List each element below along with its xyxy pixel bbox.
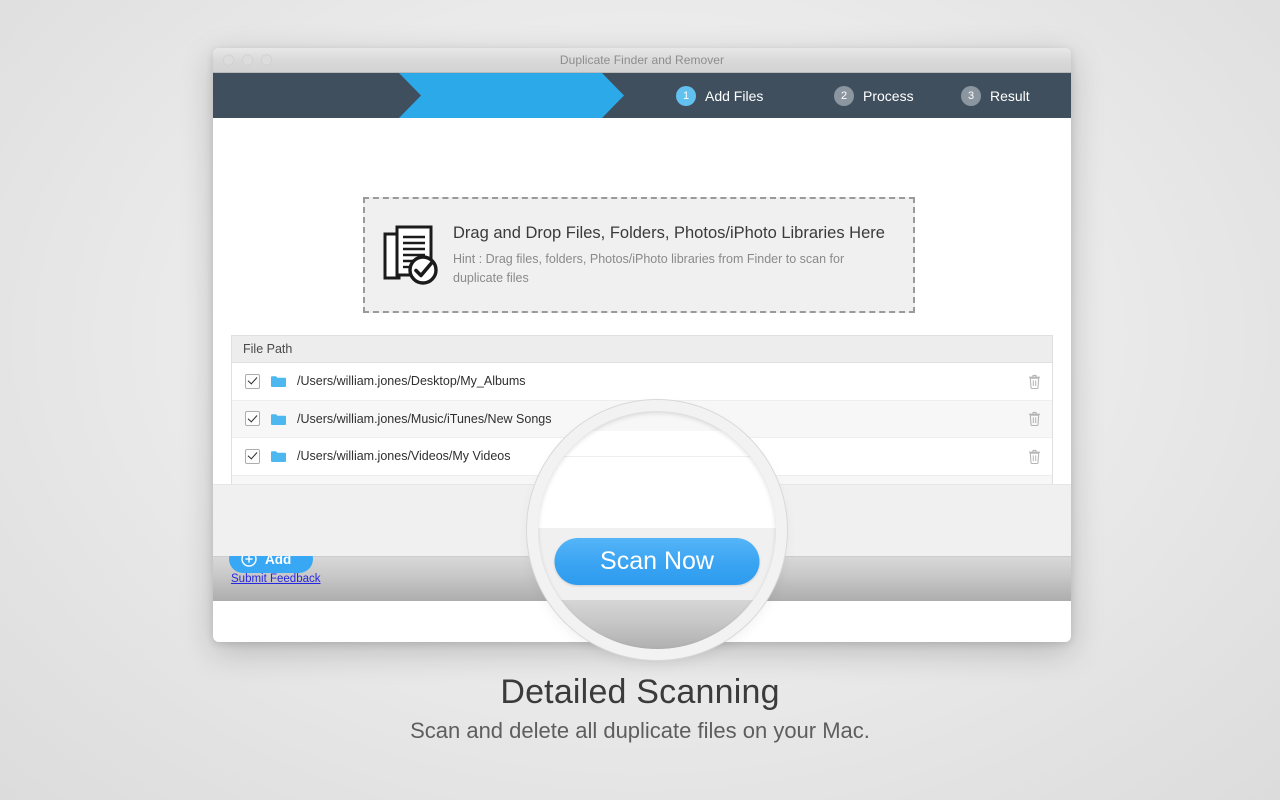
magnified-scan-now-button[interactable]: Scan Now xyxy=(554,538,760,585)
step-label-process: Process xyxy=(863,87,914,104)
delete-row-icon[interactable] xyxy=(1028,449,1041,464)
step-number-3: 3 xyxy=(961,85,981,106)
documents-check-icon xyxy=(383,225,438,285)
step-breadcrumb-bar: 1 Add Files 2 Process 3 Result xyxy=(213,73,1071,118)
caption-subtitle: Scan and delete all duplicate files on y… xyxy=(410,718,870,743)
dropzone-hint: Hint : Drag files, folders, Photos/iPhot… xyxy=(453,251,845,285)
step-result[interactable]: 3 Result xyxy=(961,85,1030,106)
caption-title: Detailed Scanning xyxy=(500,673,780,711)
dropzone-title: Drag and Drop Files, Folders, Photos/iPh… xyxy=(453,223,885,242)
folder-icon xyxy=(271,413,286,425)
file-path-text: /Users/william.jones/Desktop/My_Albums xyxy=(297,374,526,389)
file-path-column-header: File Path xyxy=(232,336,1052,363)
delete-row-icon[interactable] xyxy=(1028,411,1041,427)
drag-drop-zone[interactable]: Drag and Drop Files, Folders, Photos/iPh… xyxy=(363,197,915,313)
folder-icon xyxy=(271,376,286,388)
step-label-result: Result xyxy=(990,87,1030,104)
close-button[interactable] xyxy=(223,54,234,66)
table-row[interactable]: /Users/william.jones/Desktop/My_Albums xyxy=(232,363,1052,401)
magnified-row-divider xyxy=(538,456,776,457)
caption-block: Detailed Scanning Scan and delete all du… xyxy=(0,673,1280,744)
traffic-light-group xyxy=(223,54,272,66)
window-title: Duplicate Finder and Remover xyxy=(559,53,725,67)
magnifier-content: Scan Now xyxy=(538,411,776,649)
folder-icon xyxy=(271,451,286,463)
step-chevron-active xyxy=(399,73,624,118)
step-label-add-files: Add Files xyxy=(705,87,764,104)
window-titlebar: Duplicate Finder and Remover xyxy=(213,48,1071,73)
submit-feedback-link[interactable]: Submit Feedback xyxy=(231,573,321,585)
row-checkbox[interactable] xyxy=(245,373,260,389)
row-checkbox[interactable] xyxy=(245,411,260,427)
step-number-2: 2 xyxy=(834,85,854,106)
magnified-row-strip xyxy=(538,411,776,431)
minimize-button[interactable] xyxy=(242,54,253,66)
dropzone-text: Drag and Drop Files, Folders, Photos/iPh… xyxy=(453,222,885,289)
row-checkbox[interactable] xyxy=(245,448,260,464)
magnifier-lens: Scan Now xyxy=(538,411,776,649)
step-add-files[interactable]: 1 Add Files xyxy=(676,85,764,106)
delete-row-icon[interactable] xyxy=(1028,374,1041,389)
magnified-white-area xyxy=(538,411,776,528)
zoom-button[interactable] xyxy=(261,54,272,66)
step-process[interactable]: 2 Process xyxy=(834,85,914,106)
step-number-1: 1 xyxy=(676,85,696,106)
magnified-footer xyxy=(538,600,776,649)
